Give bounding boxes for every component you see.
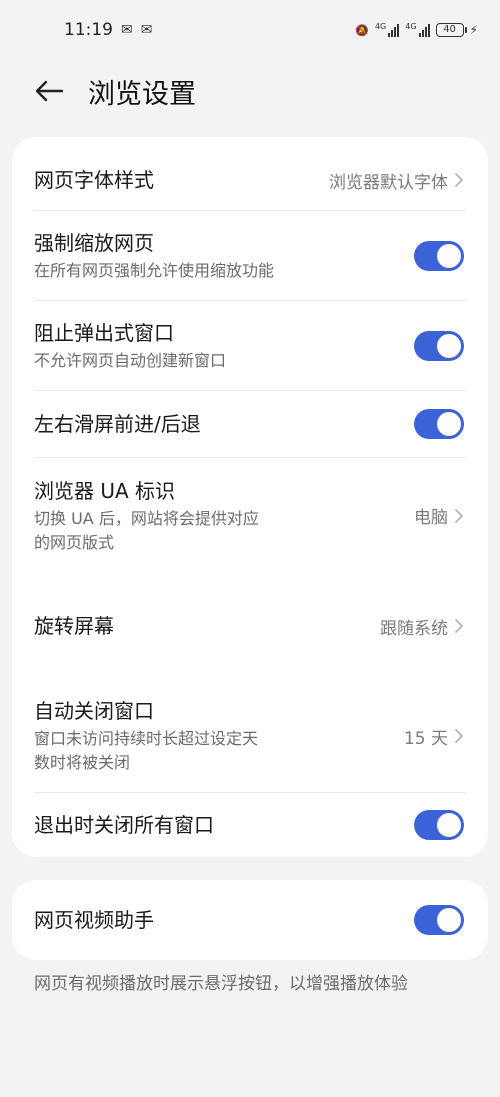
wechat-icon-2: ✉ [140,22,153,38]
video-helper-label: 网页视频助手 [34,908,154,932]
setting-value: 15 天 [403,728,448,749]
setting-label: 网页字体样式 [34,168,154,192]
setting-label: 退出时关闭所有窗口 [34,813,214,837]
signal-icon-2: 4G [405,23,430,37]
force-zoom-toggle[interactable] [414,241,464,271]
setting-description: 不允许网页自动创建新窗口 [34,351,227,370]
setting-value: 跟随系统 [380,618,448,639]
setting-description-line2: 的网页版式 [34,532,115,552]
setting-auto-close-windows[interactable]: 自动关闭窗口 窗口未访问持续时长超过设定天 数时将被关闭 15 天 [12,679,488,793]
block-popups-toggle[interactable] [414,331,464,361]
setting-label: 旋转屏幕 [34,614,114,638]
video-helper-toggle[interactable] [414,905,464,935]
mute-bell-icon: 🔕 [355,23,369,37]
battery-icon: 40 [435,23,467,37]
chevron-right-icon [455,508,464,523]
wechat-icon: ✉ [121,22,133,38]
setting-label: 左右滑屏前进/后退 [34,412,201,436]
signal-icon: 4G [375,23,400,37]
setting-force-zoom: 强制缩放网页 在所有网页强制允许使用缩放功能 [12,211,488,301]
setting-description: 窗口未访问持续时长超过设定天 [34,729,259,748]
setting-value: 电脑 [414,508,448,528]
setting-description: 切换 UA 后，网站将会提供对应 [34,508,259,528]
setting-label: 强制缩放网页 [34,231,154,255]
setting-swipe-navigation: 左右滑屏前进/后退 [12,391,488,457]
setting-font-style[interactable]: 网页字体样式 浏览器默认字体 [12,141,488,219]
close-all-on-exit-toggle[interactable] [414,810,464,840]
setting-user-agent[interactable]: 浏览器 UA 标识 切换 UA 后，网站将会提供对应 的网页版式 电脑 [12,458,488,573]
setting-description-line2: 数时将被关闭 [34,753,131,772]
status-bar: 11:19 ✉ ✉ 🔕 4G 4G 40 ⚡ [0,0,500,60]
setting-label: 浏览器 UA 标识 [34,478,176,503]
setting-description: 在所有网页强制允许使用缩放功能 [34,261,275,280]
swipe-navigation-toggle[interactable] [414,409,464,439]
setting-label: 自动关闭窗口 [34,699,154,723]
video-helper-description: 网页有视频播放时展示悬浮按钮，以增强播放体验 [34,974,408,994]
charging-icon: ⚡ [469,23,478,37]
video-helper-card: 网页视频助手 [12,880,488,960]
screen: 11:19 ✉ ✉ 🔕 4G 4G 40 ⚡ 浏览设置 网页字体样式 浏览器默认… [0,0,500,1097]
chevron-right-icon [455,729,464,743]
header: 浏览设置 [0,60,500,122]
back-arrow-icon[interactable] [34,75,66,107]
chevron-right-icon [455,619,464,633]
settings-card: 网页字体样式 浏览器默认字体 强制缩放网页 在所有网页强制允许使用缩放功能 阻止… [12,137,488,857]
setting-close-all-on-exit: 退出时关闭所有窗口 [12,793,488,857]
setting-rotate-screen[interactable]: 旋转屏幕 跟随系统 [12,573,488,679]
setting-value: 浏览器默认字体 [329,172,448,193]
clock: 11:19 [64,20,113,40]
setting-block-popups: 阻止弹出式窗口 不允许网页自动创建新窗口 [12,301,488,391]
chevron-right-icon [455,173,464,187]
page-title: 浏览设置 [88,78,196,110]
setting-label: 阻止弹出式窗口 [34,321,174,345]
